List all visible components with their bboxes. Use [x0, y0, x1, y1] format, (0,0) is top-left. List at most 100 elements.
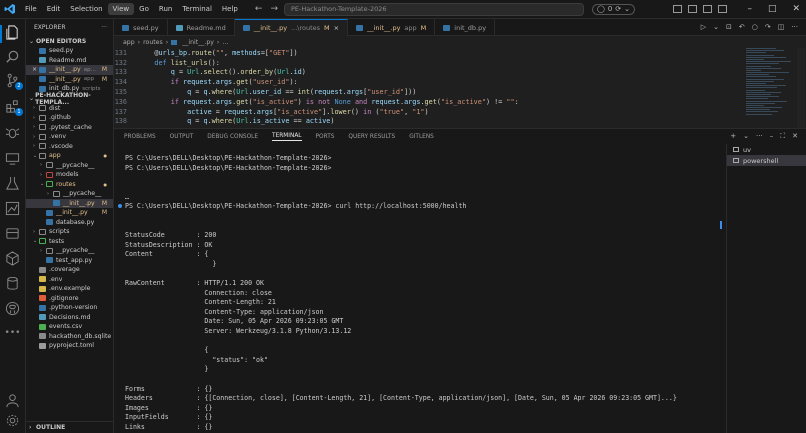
close-panel-icon[interactable]: ✕ [792, 132, 798, 141]
open-editor-item[interactable]: __init__.py app M [26, 75, 113, 85]
maximize-panel-icon[interactable]: ⛶ [780, 132, 785, 141]
explorer-more-icon[interactable]: ··· [101, 24, 113, 31]
menu-item-go[interactable]: Go [134, 3, 154, 15]
more-icon[interactable]: ••• [5, 325, 21, 340]
folder-item[interactable]: ⌄ routes ● [26, 180, 113, 190]
minimize-icon[interactable]: – [747, 4, 752, 14]
open-editor-item[interactable]: seed.py [26, 46, 113, 56]
panel-tab-gitlens[interactable]: GITLENS [409, 134, 434, 140]
open-editor-item[interactable]: Readme.md [26, 56, 113, 66]
close-icon[interactable]: × [32, 66, 39, 73]
toggle-sidebar-icon[interactable] [673, 5, 683, 13]
folder-item[interactable]: › __pycache__ [26, 161, 113, 171]
file-item[interactable]: hackathon_db.sqlite [26, 332, 113, 342]
folder-item[interactable]: › .pytest_cache [26, 123, 113, 133]
folder-item[interactable]: ⌄ tests [26, 237, 113, 247]
copilot-pill[interactable]: ◯ 0 ⟳ ⌄ [591, 3, 636, 15]
testing-icon[interactable] [5, 176, 20, 191]
editor-scrollbar[interactable] [797, 48, 805, 128]
file-item[interactable]: .coverage [26, 265, 113, 275]
file-item[interactable]: __init__.py M [26, 198, 113, 208]
code-editor[interactable]: 131 @urls_bp.route("", methods=["GET"]) 1… [114, 48, 744, 128]
explorer-icon[interactable] [5, 25, 20, 40]
editor-tab[interactable]: Readme.md [168, 19, 235, 36]
editor-tab[interactable]: __init__.py app M [348, 19, 436, 36]
chevron-down-icon[interactable]: ⌄ [713, 23, 719, 31]
close-tab-icon[interactable]: × [334, 24, 339, 32]
file-item[interactable]: .gitignore [26, 294, 113, 304]
chevron-down-icon[interactable]: ⌄ [743, 132, 749, 141]
go-back-icon[interactable]: ↶ [739, 23, 745, 31]
close-window-icon[interactable]: ✕ [792, 4, 800, 14]
folder-item[interactable]: › __pycache__ [26, 189, 113, 199]
open-editor-item[interactable]: × __init__.py ap... M [26, 65, 113, 75]
panel-tab-problems[interactable]: PROBLEMS [124, 134, 156, 140]
terminal-instance[interactable]: uv [727, 144, 806, 155]
terminal-instance[interactable]: powershell [727, 155, 806, 166]
settings-gear-icon[interactable] [5, 413, 20, 428]
database-icon[interactable] [5, 226, 20, 241]
file-item[interactable]: pyproject.toml [26, 341, 113, 351]
command-center-search[interactable]: PE-Hackathon-Template-2026 [283, 2, 584, 16]
customize-layout-icon[interactable] [718, 5, 728, 13]
editor-tab[interactable]: seed.py [114, 19, 168, 36]
search-icon[interactable] [5, 49, 20, 64]
circle-icon[interactable]: ○ [752, 23, 758, 31]
go-forward-icon[interactable]: ↷ [765, 23, 771, 31]
file-item[interactable]: events.csv [26, 322, 113, 332]
breadcrumb-item[interactable]: routes [143, 39, 163, 46]
minimap[interactable] [746, 48, 796, 128]
chart-icon[interactable] [5, 201, 20, 216]
minimize-panel-icon[interactable]: – [770, 132, 774, 141]
debug-icon[interactable] [5, 125, 20, 140]
panel-tab-terminal[interactable]: TERMINAL [272, 133, 302, 141]
file-item[interactable]: .env [26, 275, 113, 285]
new-terminal-icon[interactable]: + [730, 132, 736, 141]
terminal-output[interactable]: PS C:\Users\DELL\Desktop\PE-Hackathon-Te… [114, 144, 726, 433]
back-arrow-icon[interactable]: ← [255, 4, 263, 14]
file-item[interactable]: database.py [26, 218, 113, 228]
file-item[interactable]: __init__.py M [26, 208, 113, 218]
menu-item-terminal[interactable]: Terminal [177, 3, 217, 15]
run-icon[interactable]: ▷ [701, 23, 706, 31]
folder-item[interactable]: ⌄ app ● [26, 151, 113, 161]
panel-tab-ports[interactable]: PORTS [316, 134, 335, 140]
folder-item[interactable]: › .github [26, 113, 113, 123]
account-icon[interactable] [5, 393, 20, 408]
maximize-icon[interactable]: □ [768, 4, 777, 14]
folder-item[interactable]: › __pycache__ [26, 246, 113, 256]
outline-section[interactable]: › OUTLINE [26, 421, 113, 433]
menu-item-selection[interactable]: Selection [65, 3, 107, 15]
command-decoration-icon[interactable] [118, 204, 122, 209]
folder-item[interactable]: › models [26, 170, 113, 180]
remote-explorer-icon[interactable] [5, 151, 20, 166]
extensions-icon[interactable]: 1 [5, 99, 23, 116]
folder-item[interactable]: › dist [26, 104, 113, 114]
menu-item-edit[interactable]: Edit [42, 3, 66, 15]
file-item[interactable]: Decisions.md [26, 313, 113, 323]
menu-item-file[interactable]: File [20, 3, 42, 15]
panel-tab-debug-console[interactable]: DEBUG CONSOLE [207, 134, 258, 140]
breadcrumb-item[interactable]: app [123, 39, 135, 46]
toggle-panel-icon[interactable] [688, 5, 698, 13]
editor-tab[interactable]: __init__.py ...\routes M × [234, 19, 349, 36]
folder-item[interactable]: › .venv [26, 132, 113, 142]
breadcrumb-item[interactable]: ... [222, 39, 228, 46]
file-item[interactable]: test_app.py [26, 256, 113, 266]
breadcrumb-item[interactable]: __init__.py [182, 39, 214, 46]
more-actions-icon[interactable]: ··· [791, 23, 798, 31]
split-editor-icon[interactable]: ◫ [778, 23, 785, 31]
panel-tab-output[interactable]: OUTPUT [170, 134, 194, 140]
folder-item[interactable]: › scripts [26, 227, 113, 237]
menu-item-run[interactable]: Run [154, 3, 177, 15]
github-icon[interactable] [5, 301, 20, 316]
forward-arrow-icon[interactable]: → [270, 4, 278, 14]
toggle-secondary-sidebar-icon[interactable] [703, 5, 713, 13]
menu-item-view[interactable]: View [107, 3, 135, 15]
source-control-icon[interactable]: 2 [5, 73, 23, 90]
panel-tab-query-results[interactable]: QUERY RESULTS [348, 134, 395, 140]
open-editors-section[interactable]: ⌄ OPEN EDITORS [26, 36, 113, 46]
menu-item-help[interactable]: Help [217, 3, 243, 15]
more-icon[interactable]: ··· [756, 132, 763, 141]
file-item[interactable]: .env.example [26, 284, 113, 294]
